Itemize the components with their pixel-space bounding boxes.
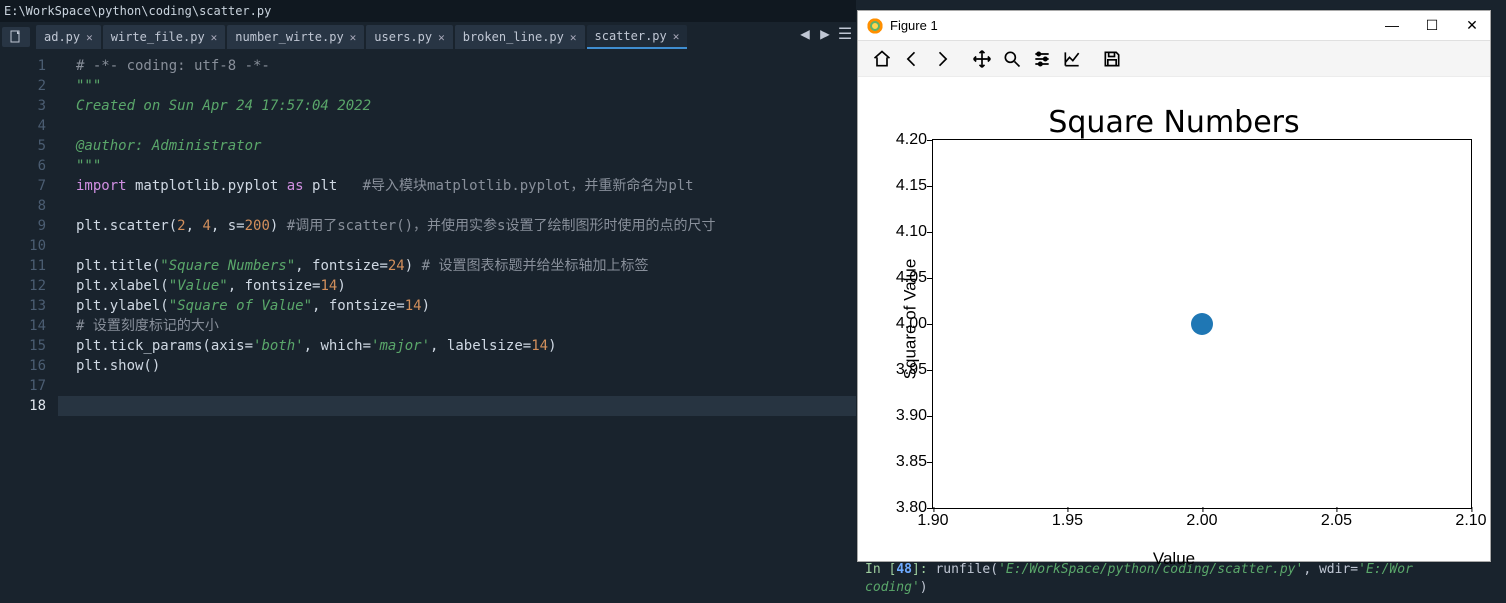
y-tick: 4.20 — [896, 131, 927, 149]
code-editor: E:\WorkSpace\python\coding\scatter.py ad… — [0, 0, 856, 603]
x-tick: 1.95 — [1052, 512, 1083, 530]
tab-label: ad.py — [44, 30, 80, 44]
tab-next-icon[interactable]: ▶ — [818, 26, 832, 40]
chart-title: Square Numbers — [858, 105, 1490, 140]
tab-label: wirte_file.py — [111, 30, 205, 44]
axes-icon[interactable] — [1058, 45, 1086, 73]
back-icon[interactable] — [898, 45, 926, 73]
zoom-icon[interactable] — [998, 45, 1026, 73]
y-tick: 3.90 — [896, 407, 927, 425]
figure-window[interactable]: Figure 1 — ☐ ✕ Square Numbers Square of … — [857, 10, 1491, 562]
minimize-button[interactable]: — — [1382, 17, 1402, 34]
x-tick: 2.10 — [1455, 512, 1486, 530]
pan-icon[interactable] — [968, 45, 996, 73]
new-tab-button[interactable] — [2, 27, 30, 47]
y-tick: 3.95 — [896, 361, 927, 379]
tab-number_wirte-py[interactable]: number_wirte.py ✕ — [227, 25, 364, 49]
tab-scatter-py[interactable]: scatter.py ✕ — [587, 25, 688, 49]
x-tick: 2.05 — [1321, 512, 1352, 530]
tab-broken_line-py[interactable]: broken_line.py ✕ — [455, 25, 585, 49]
close-icon[interactable]: ✕ — [438, 31, 445, 44]
code-area[interactable]: 123456789101112131415161718 # -*- coding… — [0, 52, 856, 603]
tab-bar: ad.py✕wirte_file.py✕number_wirte.py✕user… — [0, 22, 856, 52]
y-tick: 4.05 — [896, 269, 927, 287]
tab-ad-py[interactable]: ad.py ✕ — [36, 25, 101, 49]
save-icon[interactable] — [1098, 45, 1126, 73]
maximize-button[interactable]: ☐ — [1422, 17, 1442, 34]
close-icon[interactable]: ✕ — [86, 31, 93, 44]
y-tick: 4.10 — [896, 223, 927, 241]
tab-wirte_file-py[interactable]: wirte_file.py ✕ — [103, 25, 226, 49]
close-icon[interactable]: ✕ — [673, 30, 680, 43]
tab-label: broken_line.py — [463, 30, 564, 44]
forward-icon[interactable] — [928, 45, 956, 73]
close-icon[interactable]: ✕ — [350, 31, 357, 44]
file-icon — [9, 30, 23, 44]
close-icon[interactable]: ✕ — [570, 31, 577, 44]
line-gutter: 123456789101112131415161718 — [0, 52, 58, 603]
x-tick: 1.90 — [917, 512, 948, 530]
figure-canvas: Square Numbers Square of Value 4.204.154… — [858, 77, 1490, 561]
matplotlib-icon — [866, 17, 884, 35]
y-tick: 4.00 — [896, 315, 927, 333]
configure-icon[interactable] — [1028, 45, 1056, 73]
tab-menu-icon[interactable]: ☰ — [838, 26, 852, 40]
file-path: E:\WorkSpace\python\coding\scatter.py — [0, 0, 856, 22]
data-point — [1191, 313, 1213, 335]
tab-label: users.py — [374, 30, 432, 44]
x-axis-label: Value — [858, 549, 1490, 569]
home-icon[interactable] — [868, 45, 896, 73]
tab-users-py[interactable]: users.py ✕ — [366, 25, 452, 49]
plot-area: 4.204.154.104.054.003.953.903.853.801.90… — [932, 139, 1472, 509]
y-tick: 3.85 — [896, 453, 927, 471]
tab-prev-icon[interactable]: ◀ — [798, 26, 812, 40]
close-button[interactable]: ✕ — [1462, 17, 1482, 34]
tab-label: number_wirte.py — [235, 30, 343, 44]
figure-title: Figure 1 — [890, 18, 1382, 33]
figure-titlebar[interactable]: Figure 1 — ☐ ✕ — [858, 11, 1490, 41]
figure-toolbar — [858, 41, 1490, 77]
code-body[interactable]: # -*- coding: utf-8 -*- """ Created on S… — [58, 52, 856, 603]
x-tick: 2.00 — [1186, 512, 1217, 530]
close-icon[interactable]: ✕ — [211, 31, 218, 44]
y-tick: 4.15 — [896, 177, 927, 195]
tab-label: scatter.py — [595, 29, 667, 43]
